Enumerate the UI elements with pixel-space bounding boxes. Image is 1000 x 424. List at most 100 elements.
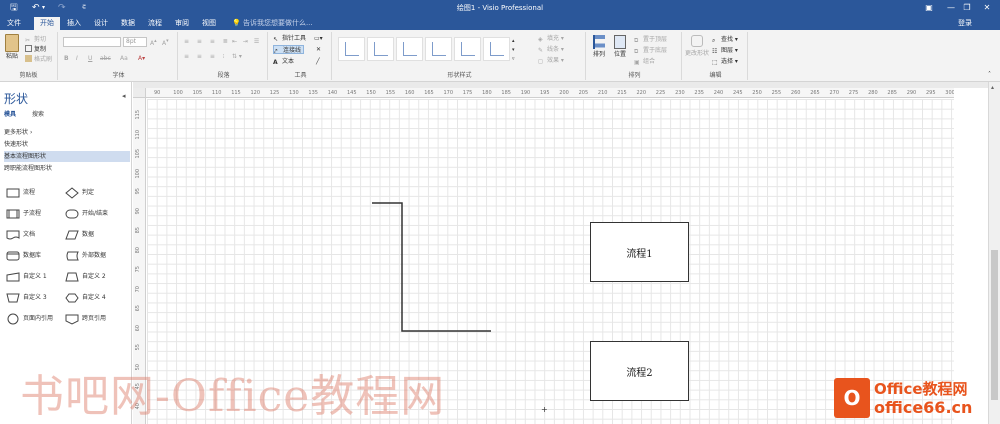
process-shape-2[interactable]: 流程2 xyxy=(590,341,689,401)
more-shapes-link[interactable]: 更多形状 › xyxy=(4,127,130,138)
send-to-back-button[interactable]: ⧉ 置于底层 xyxy=(634,46,667,55)
pointer-tool-button[interactable]: ↖ 指针工具 xyxy=(273,34,306,43)
rectangle-tool-icon[interactable]: ▭▾ xyxy=(314,34,323,43)
collapse-ribbon-icon[interactable]: ˄ xyxy=(988,70,991,79)
tab-stencils[interactable]: 模具 xyxy=(4,109,16,118)
restore-ribbon-icon[interactable]: ▣ xyxy=(920,1,938,14)
stencil-offpage-icon xyxy=(65,314,79,325)
style-gallery-more-icon[interactable]: ▴ ▾ ▿ xyxy=(512,37,515,62)
shape-style-1[interactable] xyxy=(338,37,365,61)
cross-functional-shapes-link[interactable]: 跨职能流程图形状 xyxy=(4,163,130,174)
find-button[interactable]: ⌕ 查找 ▾ xyxy=(712,35,738,44)
shape-style-6[interactable] xyxy=(483,37,510,61)
font-name-combo[interactable] xyxy=(63,37,121,47)
watermark-logo: O Office教程网 office66.cn xyxy=(834,374,1000,424)
cut-button[interactable]: ✂ 剪切 xyxy=(25,35,46,44)
shape-style-4[interactable] xyxy=(425,37,452,61)
cut-label: 剪切 xyxy=(34,36,47,43)
italic-button[interactable]: I xyxy=(76,54,78,63)
sign-in-link[interactable]: 登录 xyxy=(954,17,976,30)
stencil-database-icon xyxy=(6,251,20,261)
vertical-scrollbar[interactable]: ▴ xyxy=(988,82,1000,424)
font-color-icon[interactable]: A▾ xyxy=(138,54,145,63)
scroll-up-icon[interactable]: ▴ xyxy=(991,84,994,91)
bring-to-front-button[interactable]: ⧉ 置于顶层 xyxy=(634,35,667,44)
bold-button[interactable]: B xyxy=(64,54,69,63)
strikethrough-button[interactable]: abc xyxy=(100,54,111,63)
ruler-tick-label: 55 xyxy=(135,344,141,351)
format-painter-button[interactable]: 格式刷 xyxy=(25,55,52,64)
text-direction-button[interactable]: ⇅ ▾ xyxy=(232,52,242,61)
send-back-label: 置于底层 xyxy=(643,47,668,54)
grow-font-button[interactable]: A▴ xyxy=(150,37,157,47)
collapse-pane-icon[interactable]: ◂ xyxy=(122,92,126,100)
tab-design[interactable]: 设计 xyxy=(90,17,112,30)
ruler-tick-label: 295 xyxy=(926,90,936,96)
change-case-button[interactable]: Aa xyxy=(120,54,128,63)
ruler-tick-label: 210 xyxy=(597,90,608,96)
select-button[interactable]: ⬚ 选择 ▾ xyxy=(712,57,738,66)
line-icon: ✎ xyxy=(538,47,544,54)
tab-insert[interactable]: 插入 xyxy=(63,17,85,30)
copy-button[interactable]: 复制 xyxy=(25,45,46,54)
shrink-font-button[interactable]: A▾ xyxy=(162,37,169,47)
underline-button[interactable]: U xyxy=(88,54,92,63)
font-size-combo[interactable]: 8pt xyxy=(123,37,147,47)
effects-button[interactable]: ◻ 效果 ▾ xyxy=(538,56,564,65)
indent-buttons[interactable]: ⇤ ⇥ ☰ xyxy=(232,37,261,46)
align-buttons-row1[interactable]: ≡ ≡ ≡ ≣ xyxy=(184,37,231,46)
ruler-tick-label: 140 xyxy=(327,90,338,96)
shape-style-2[interactable] xyxy=(367,37,394,61)
layers-button[interactable]: ☷ 图层 ▾ xyxy=(712,46,738,55)
maximize-icon[interactable]: ❐ xyxy=(958,1,976,14)
fill-button[interactable]: ◈ 填充 ▾ xyxy=(538,34,564,43)
ruler-tick-label: 225 xyxy=(655,90,666,96)
align-button[interactable]: 排列 xyxy=(590,35,608,59)
connector-tool-label: 连接线 xyxy=(283,47,302,54)
chevron-right-icon: › xyxy=(29,129,33,136)
ruler-tick-label: 135 xyxy=(308,90,318,96)
send-back-icon: ⧉ xyxy=(634,48,639,55)
basic-flowchart-shapes-link[interactable]: 基本流程图形状 xyxy=(4,151,130,162)
tab-search[interactable]: 搜索 xyxy=(32,109,44,118)
tell-me-text: 告诉我您想要做什么... xyxy=(242,19,313,27)
tab-home[interactable]: 开始 xyxy=(34,17,60,30)
select-icon: ⬚ xyxy=(712,59,718,66)
line-tool-icon[interactable]: ╱ xyxy=(316,57,320,66)
text-tool-button[interactable]: A 文本 xyxy=(273,57,294,66)
format-painter-label: 格式刷 xyxy=(34,56,53,63)
tab-file[interactable]: 文件 xyxy=(4,17,24,30)
tab-process[interactable]: 流程 xyxy=(144,17,166,30)
tab-review[interactable]: 审阅 xyxy=(171,17,193,30)
ruler-corner xyxy=(133,88,146,98)
tell-me-box[interactable]: 💡 告诉我您想要做什么... xyxy=(232,17,313,30)
stencil-label: 跨页引用 xyxy=(82,315,107,322)
stencil-label: 页面内引用 xyxy=(23,315,54,322)
line-button[interactable]: ✎ 线条 ▾ xyxy=(538,45,564,54)
change-shape-button[interactable]: 更改形状 xyxy=(684,35,710,58)
fill-label: 填充 xyxy=(547,35,560,42)
ruler-tick-label: 265 xyxy=(810,90,820,96)
stencil-document-icon xyxy=(6,230,20,240)
shape-style-5[interactable] xyxy=(454,37,481,61)
ruler-tick-label: 90 xyxy=(135,207,141,214)
position-button[interactable]: 位置 xyxy=(611,35,629,59)
ruler-tick-label: 115 xyxy=(135,110,141,120)
group-label-font: 字体 xyxy=(112,72,125,79)
quick-shapes-link[interactable]: 快速形状 xyxy=(4,139,130,150)
align-buttons-row2[interactable]: ≡ ≡ ≡ ⁝ xyxy=(184,52,228,61)
ruler-tick-label: 95 xyxy=(135,188,141,195)
scissors-icon: ✂ xyxy=(25,37,31,44)
close-tool-icon[interactable]: ✕ xyxy=(316,45,321,54)
paste-label: 粘贴 xyxy=(5,53,18,60)
tab-data[interactable]: 数据 xyxy=(117,17,139,30)
connector-tool-button[interactable]: ⤤ 连接线 xyxy=(273,45,305,55)
tab-view[interactable]: 视图 xyxy=(198,17,220,30)
copy-label: 复制 xyxy=(34,46,47,53)
close-icon[interactable]: ✕ xyxy=(978,1,996,14)
process-shape-1[interactable]: 流程1 xyxy=(590,222,689,282)
shape-style-3[interactable] xyxy=(396,37,423,61)
pointer-icon: ↖ xyxy=(273,36,279,43)
paste-button[interactable]: 粘贴 xyxy=(3,34,21,61)
group-button[interactable]: ▣ 组合 xyxy=(634,57,655,66)
